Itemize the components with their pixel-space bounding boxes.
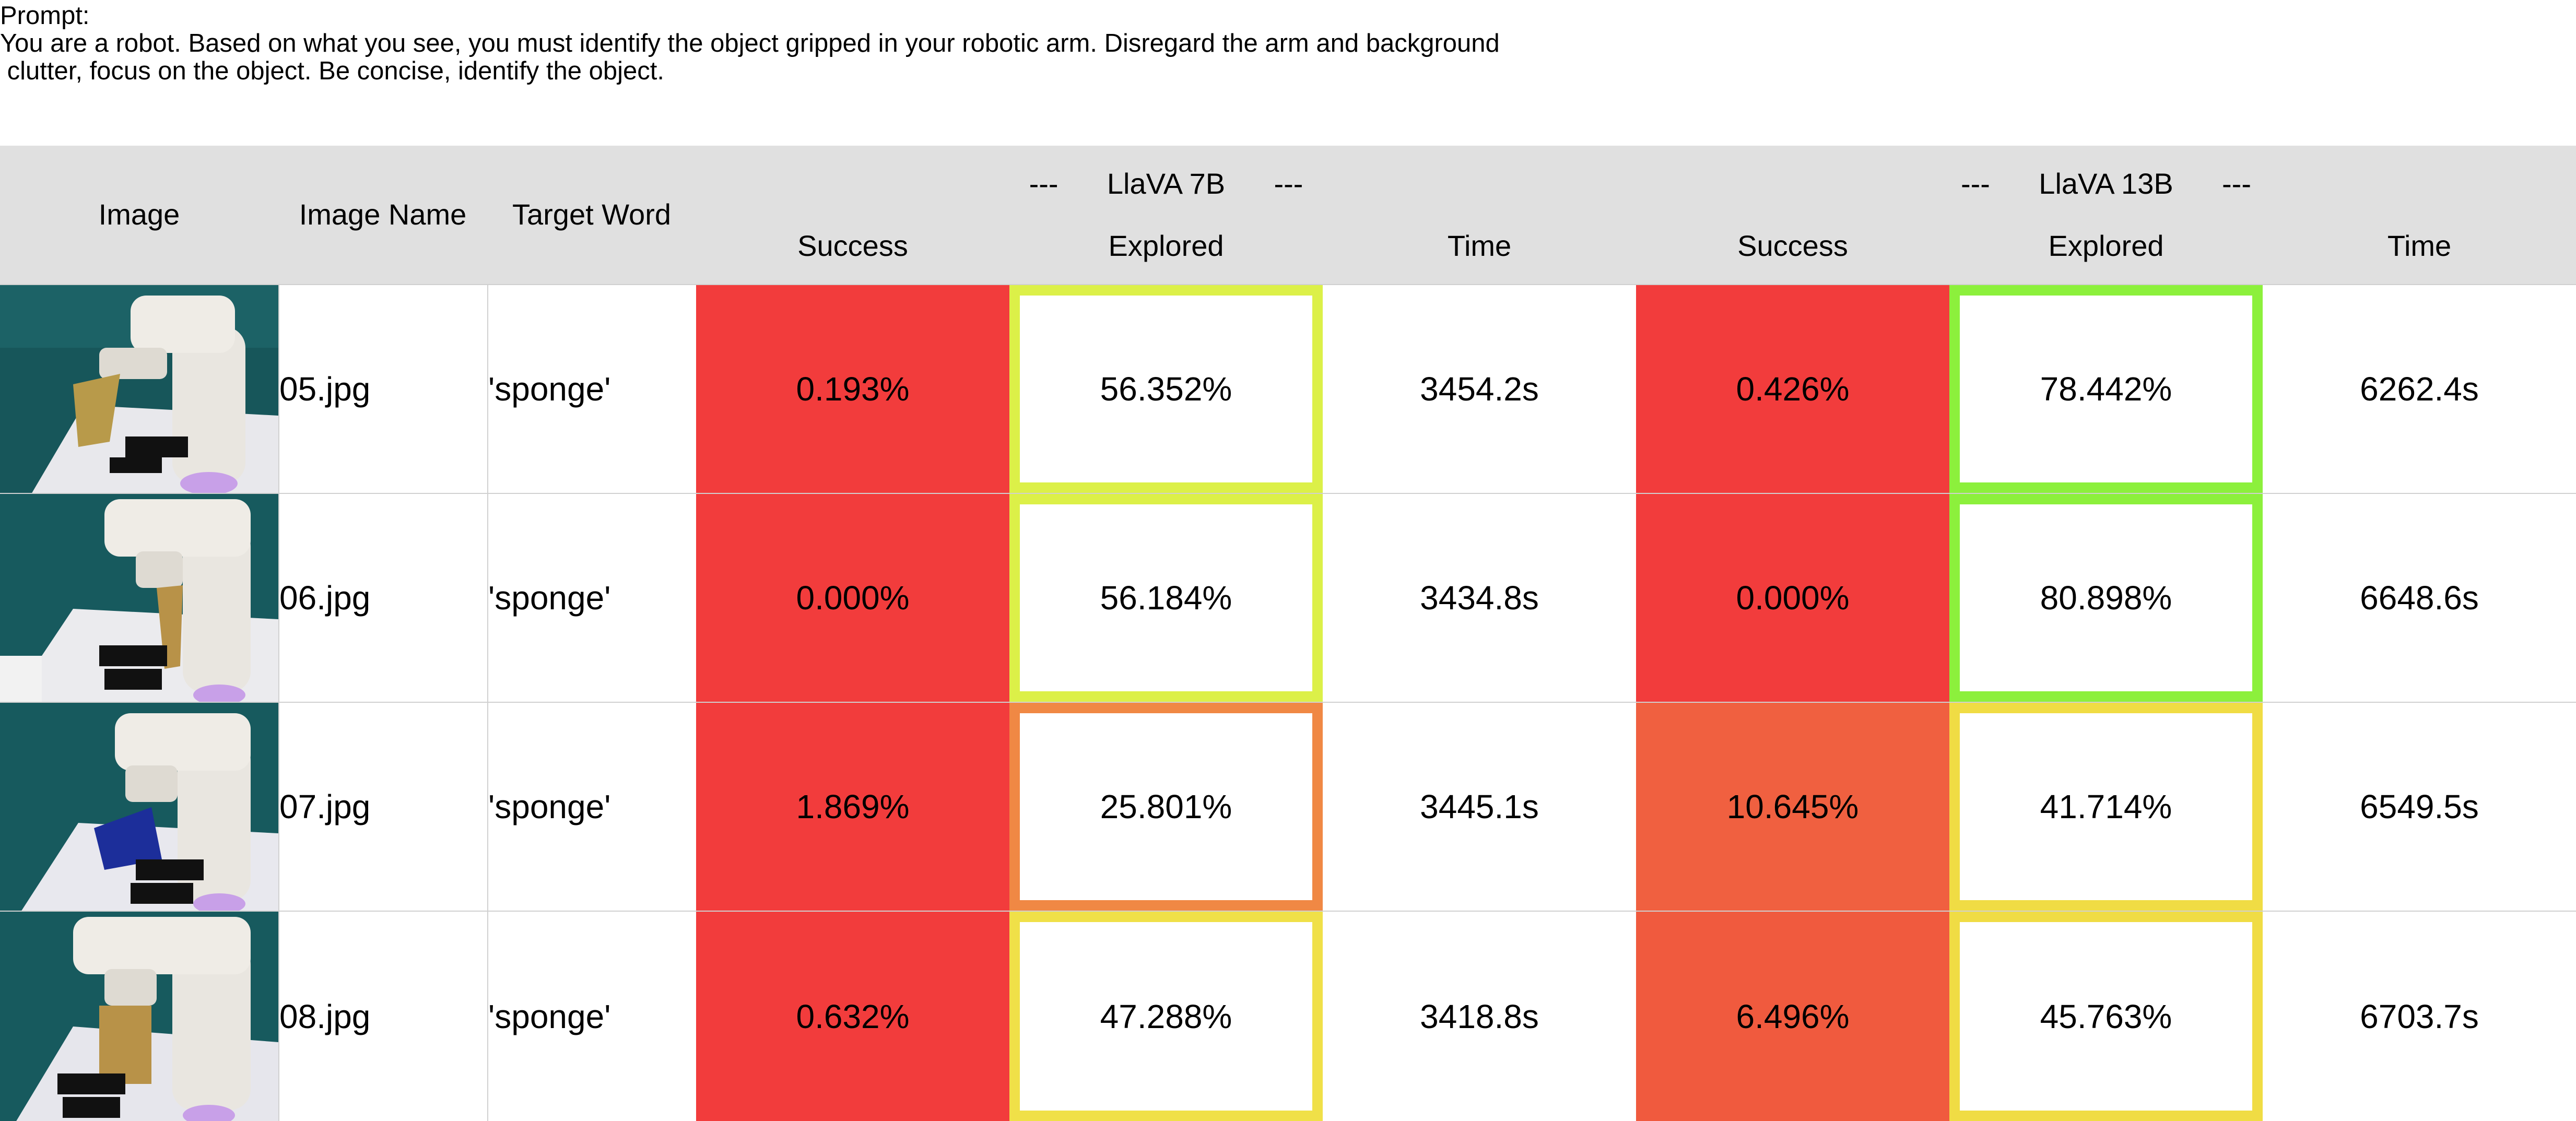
table-header: Image Image Name Target Word --- LlaVA 7… bbox=[0, 146, 2576, 284]
header-target-word: Target Word bbox=[512, 198, 671, 231]
header-image-name: Image Name bbox=[299, 198, 467, 231]
row-thumbnail-image bbox=[0, 494, 278, 702]
header-7b-explored: Explored bbox=[1108, 229, 1224, 262]
llava13b-success-cell: 6.496% bbox=[1636, 912, 1949, 1121]
llava13b-success-cell: 10.645% bbox=[1636, 703, 1949, 911]
llava13b-time-cell: 6262.4s bbox=[2360, 370, 2479, 408]
target-word-cell: 'sponge' bbox=[488, 579, 611, 617]
llava13b-success-cell: 0.000% bbox=[1636, 494, 1949, 702]
llava13b-time-cell: 6549.5s bbox=[2360, 788, 2479, 825]
llava7b-explored-cell: 47.288% bbox=[1009, 912, 1323, 1121]
target-word-cell: 'sponge' bbox=[488, 997, 611, 1035]
table-row: 07.jpg 'sponge' 1.869% 25.801% 3445.1s 1… bbox=[0, 702, 2576, 911]
llava7b-explored-cell: 25.801% bbox=[1009, 703, 1323, 911]
llava13b-time-cell: 6703.7s bbox=[2360, 997, 2479, 1035]
llava13b-explored-cell: 80.898% bbox=[1949, 494, 2263, 702]
llava7b-time-cell: 3454.2s bbox=[1420, 370, 1539, 408]
llava7b-success-cell: 0.632% bbox=[696, 912, 1009, 1121]
header-7b-time: Time bbox=[1447, 229, 1512, 262]
row-thumbnail-image bbox=[0, 285, 278, 493]
prompt-line-1: You are a robot. Based on what you see, … bbox=[0, 29, 1500, 57]
llava7b-success-cell: 0.000% bbox=[696, 494, 1009, 702]
target-word-cell: 'sponge' bbox=[488, 370, 611, 408]
llava7b-time-cell: 3418.8s bbox=[1420, 997, 1539, 1035]
llava13b-explored-cell: 41.714% bbox=[1949, 703, 2263, 911]
header-13b-explored: Explored bbox=[2048, 229, 2164, 262]
llava13b-explored-cell: 78.442% bbox=[1949, 285, 2263, 493]
llava13b-time-cell: 6648.6s bbox=[2360, 579, 2479, 617]
row-thumbnail-image bbox=[0, 912, 278, 1121]
header-7b-success: Success bbox=[797, 229, 908, 262]
header-group-llava-7b: --- LlaVA 7B --- bbox=[1029, 167, 1303, 200]
image-name-cell: 06.jpg bbox=[279, 579, 371, 617]
llava7b-time-cell: 3445.1s bbox=[1420, 788, 1539, 825]
prompt-label: Prompt: bbox=[0, 2, 90, 30]
prompt-text: Prompt: You are a robot. Based on what y… bbox=[0, 2, 1671, 85]
image-name-cell: 07.jpg bbox=[279, 788, 371, 825]
header-group-llava-13b: --- LlaVA 13B --- bbox=[1961, 167, 2251, 200]
target-word-cell: 'sponge' bbox=[488, 788, 611, 825]
row-thumbnail-image bbox=[0, 703, 278, 911]
image-name-cell: 08.jpg bbox=[279, 997, 371, 1035]
llava7b-time-cell: 3434.8s bbox=[1420, 579, 1539, 617]
results-table: Image Image Name Target Word --- LlaVA 7… bbox=[0, 146, 2576, 1121]
llava13b-explored-cell: 45.763% bbox=[1949, 912, 2263, 1121]
llava7b-success-cell: 1.869% bbox=[696, 703, 1009, 911]
table-row: 08.jpg 'sponge' 0.632% 47.288% 3418.8s 6… bbox=[0, 911, 2576, 1121]
llava7b-success-cell: 0.193% bbox=[696, 285, 1009, 493]
llava13b-success-cell: 0.426% bbox=[1636, 285, 1949, 493]
prompt-line-2: clutter, focus on the object. Be concise… bbox=[0, 57, 665, 85]
llava7b-explored-cell: 56.184% bbox=[1009, 494, 1323, 702]
header-13b-success: Success bbox=[1737, 229, 1848, 262]
header-image: Image bbox=[98, 198, 180, 231]
table-row: 06.jpg 'sponge' 0.000% 56.184% 3434.8s 0… bbox=[0, 493, 2576, 702]
header-13b-time: Time bbox=[2387, 229, 2452, 262]
llava7b-explored-cell: 56.352% bbox=[1009, 285, 1323, 493]
table-row: 05.jpg 'sponge' 0.193% 56.352% 3454.2s 0… bbox=[0, 284, 2576, 493]
image-name-cell: 05.jpg bbox=[279, 370, 371, 408]
